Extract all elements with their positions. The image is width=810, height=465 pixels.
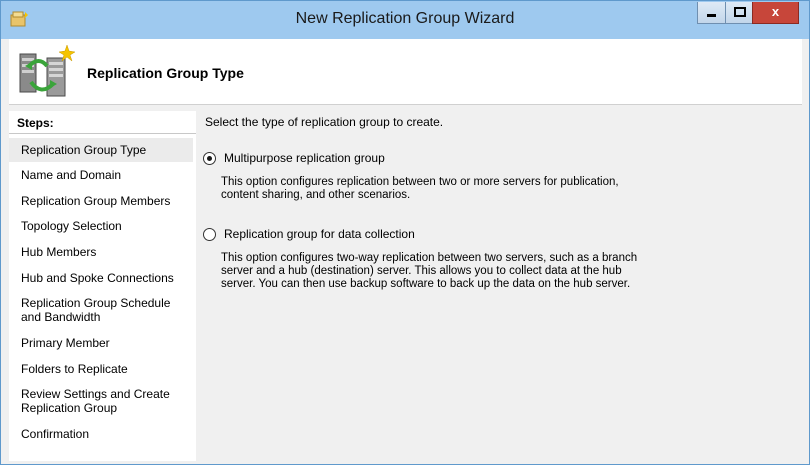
- wizard-window: New Replication Group Wizard x Replicati…: [0, 0, 810, 465]
- multipurpose-label[interactable]: Multipurpose replication group: [224, 151, 385, 165]
- wizard-header: Replication Group Type: [9, 39, 802, 105]
- maximize-button[interactable]: [725, 2, 752, 24]
- data-collection-radio[interactable]: [203, 227, 216, 241]
- multipurpose-option[interactable]: Multipurpose replication group: [203, 151, 385, 165]
- steps-divider: [9, 133, 196, 134]
- step-hub-members[interactable]: Hub Members: [9, 245, 193, 259]
- instruction-text: Select the type of replication group to …: [205, 115, 444, 129]
- step-replication-group-schedule[interactable]: Replication Group Schedule and Bandwidth: [9, 296, 179, 324]
- step-hub-and-spoke-connections[interactable]: Hub and Spoke Connections: [9, 271, 193, 285]
- close-button[interactable]: x: [752, 2, 799, 24]
- data-collection-option[interactable]: Replication group for data collection: [203, 227, 415, 241]
- minimize-button[interactable]: [697, 2, 725, 24]
- data-collection-description: This option configures two-way replicati…: [221, 252, 638, 290]
- step-folders-to-replicate[interactable]: Folders to Replicate: [9, 362, 193, 376]
- steps-panel: Steps: Replication Group Type Name and D…: [9, 111, 196, 461]
- steps-heading: Steps:: [17, 116, 54, 130]
- step-confirmation[interactable]: Confirmation: [9, 427, 193, 441]
- step-replication-group-members[interactable]: Replication Group Members: [9, 194, 193, 208]
- step-review-settings[interactable]: Review Settings and Create Replication G…: [9, 387, 179, 415]
- title-bar[interactable]: New Replication Group Wizard x: [1, 1, 809, 39]
- multipurpose-radio[interactable]: [203, 151, 216, 165]
- main-content: Select the type of replication group to …: [196, 111, 802, 461]
- window-title: New Replication Group Wizard: [295, 10, 515, 27]
- step-name-and-domain[interactable]: Name and Domain: [9, 168, 193, 182]
- step-topology-selection[interactable]: Topology Selection: [9, 219, 193, 233]
- data-collection-label[interactable]: Replication group for data collection: [224, 227, 415, 241]
- minimize-icon: [707, 14, 716, 17]
- step-primary-member[interactable]: Primary Member: [9, 336, 193, 350]
- maximize-icon: [734, 7, 746, 17]
- step-replication-group-type[interactable]: Replication Group Type: [9, 138, 193, 162]
- page-title: Replication Group Type: [87, 65, 244, 81]
- multipurpose-description: This option configures replication betwe…: [221, 176, 619, 201]
- replication-servers-icon: [19, 44, 75, 97]
- close-icon: x: [771, 4, 780, 19]
